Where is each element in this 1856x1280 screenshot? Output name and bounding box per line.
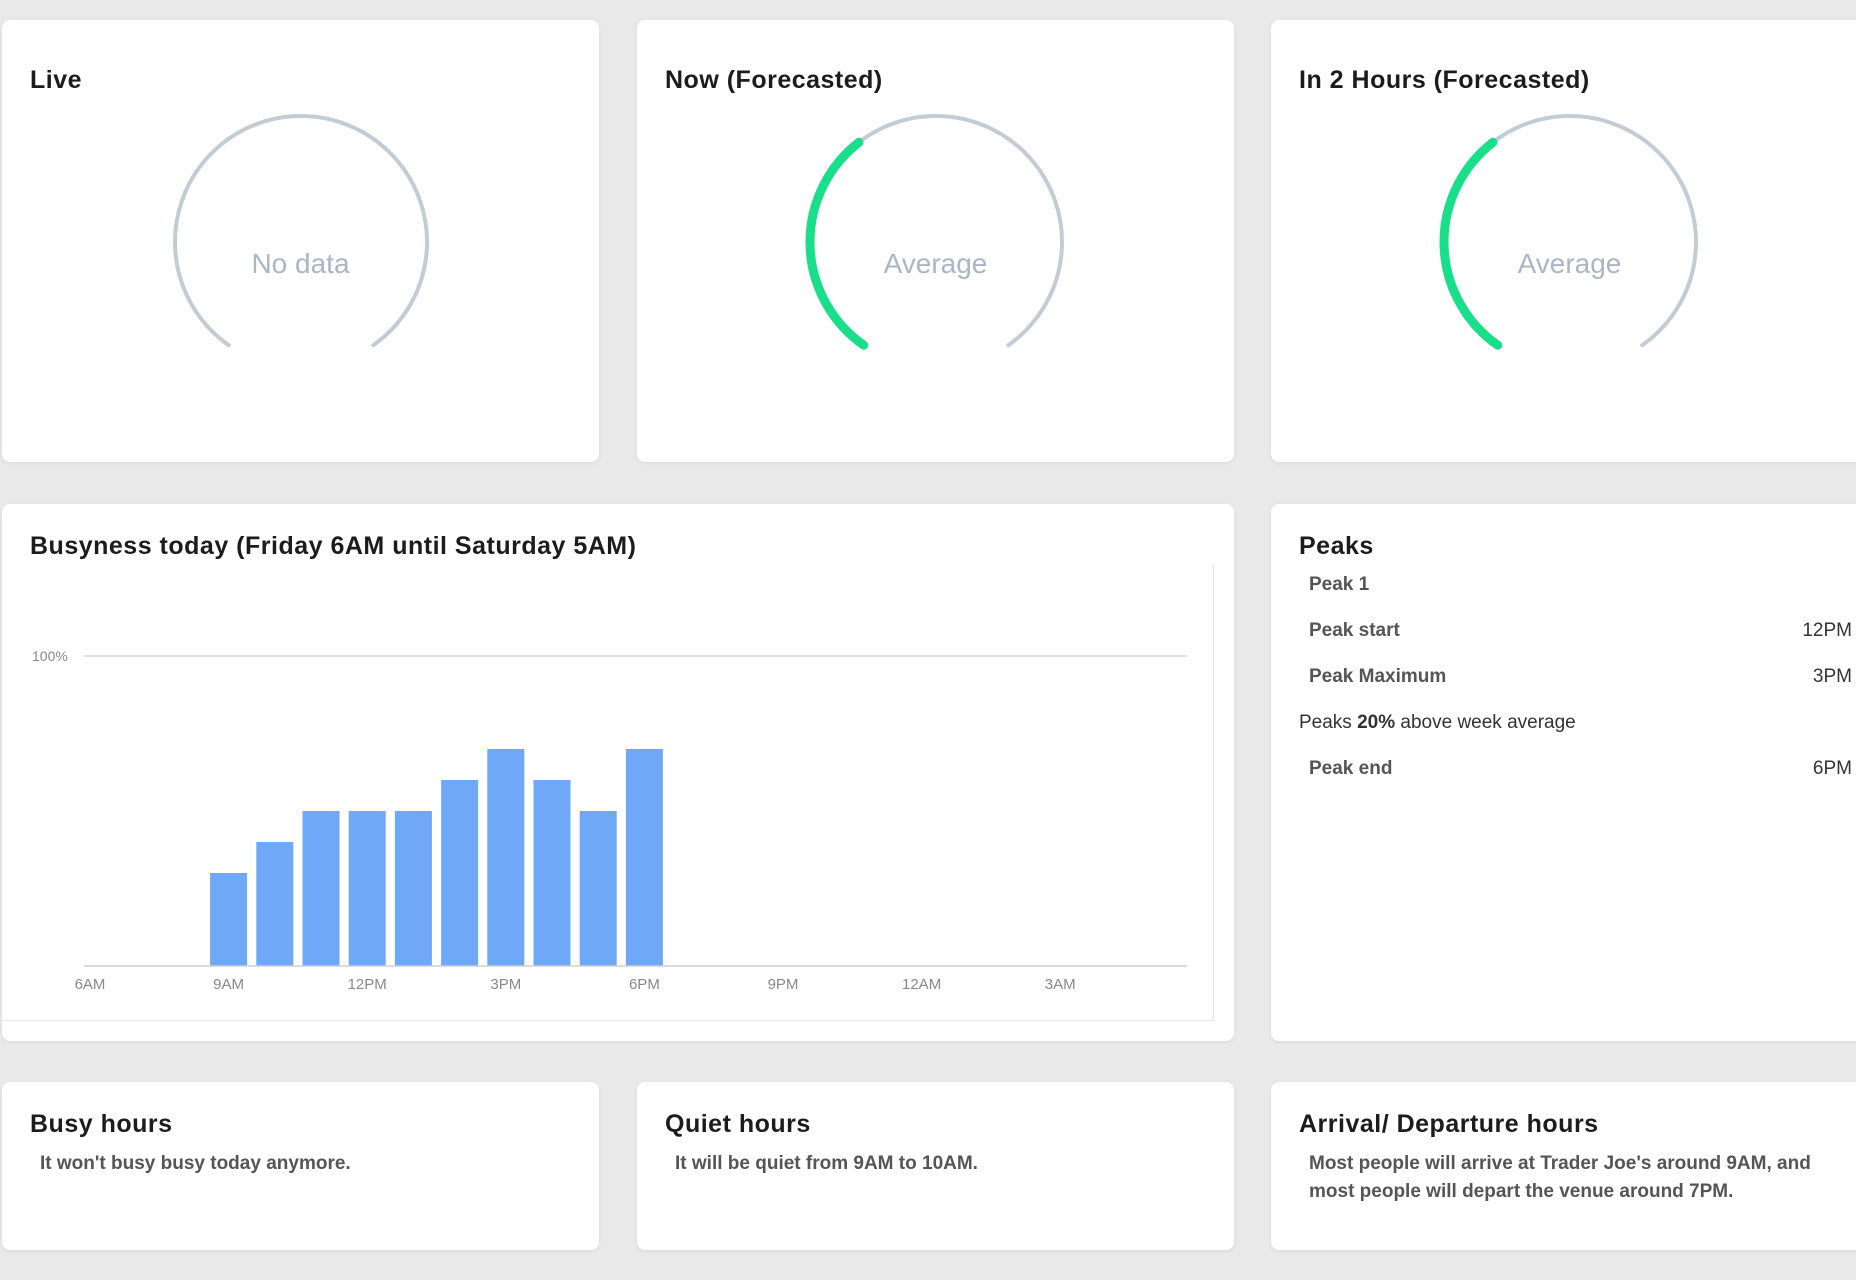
quiet-hours-title: Quiet hours [665, 1110, 811, 1138]
x-tick-6PM: 6PM [629, 976, 660, 993]
busyness-chart: 100% 6AM 9AM 12PM 3PM 6PM 9PM 12AM 3AM [32, 648, 1187, 993]
peak-start-value: 12PM [1802, 620, 1852, 641]
now-gauge-label: Average [883, 248, 988, 279]
busy-hours-card: Busy hours It won't busy busy today anym… [2, 1082, 599, 1250]
peak-summary: Peaks 20% above week average [1299, 712, 1852, 734]
peak-max-row: Peak Maximum 3PM [1309, 666, 1852, 688]
bar-2PM [441, 780, 479, 966]
in2h-gauge-label: Average [1517, 248, 1622, 279]
peak-summary-prefix: Peaks [1299, 712, 1358, 733]
x-tick-12AM: 12AM [902, 976, 941, 993]
busy-hours-text: It won't busy busy today anymore. [40, 1153, 351, 1174]
now-card: Now (Forecasted) Average [637, 20, 1234, 462]
now-gauge [805, 114, 1064, 350]
x-tick-3PM: 3PM [490, 976, 521, 993]
busy-hours-title: Busy hours [30, 1110, 173, 1138]
peak-start-label: Peak start [1309, 620, 1400, 641]
peak-name-label: Peak 1 [1309, 574, 1370, 595]
peak-end-label: Peak end [1309, 758, 1393, 779]
peak-name: Peak 1 [1309, 574, 1852, 596]
y-tick-label: 100% [32, 648, 68, 664]
peak-max-value: 3PM [1812, 666, 1852, 687]
live-gauge-label: No data [251, 248, 350, 279]
peaks-card: Peaks Peak 1 Peak start 12PM Peak Maximu… [1271, 504, 1856, 1041]
peak-end-value: 6PM [1812, 758, 1852, 779]
peak-summary-suffix: above week average [1395, 712, 1576, 733]
arrival-card: Arrival/ Departure hours Most people wil… [1271, 1082, 1856, 1250]
quiet-hours-card: Quiet hours It will be quiet from 9AM to… [637, 1082, 1234, 1250]
peak-start-row: Peak start 12PM [1309, 620, 1852, 642]
gauge-track [173, 114, 429, 348]
arrival-title: Arrival/ Departure hours [1299, 1110, 1599, 1138]
busyness-card: Busyness today (Friday 6AM until Saturda… [2, 504, 1234, 1041]
peak-end-row: Peak end 6PM [1309, 758, 1852, 780]
bar-4PM [533, 780, 571, 966]
bar-3PM [487, 749, 525, 966]
bar-5PM [579, 811, 617, 966]
peaks-title: Peaks [1299, 532, 1374, 560]
x-tick-6AM: 6AM [75, 976, 106, 993]
x-tick-9AM: 9AM [213, 976, 244, 993]
in2h-gauge [1439, 114, 1698, 350]
bar-1PM [394, 811, 432, 966]
live-gauge [173, 114, 429, 348]
in2h-card: In 2 Hours (Forecasted) Average [1271, 20, 1856, 462]
peak-max-label: Peak Maximum [1309, 666, 1447, 687]
bar-12PM [348, 811, 386, 966]
quiet-hours-text: It will be quiet from 9AM to 10AM. [675, 1153, 978, 1174]
bar-11AM [302, 811, 340, 966]
live-card: Live No data [2, 20, 599, 462]
x-tick-3AM: 3AM [1045, 976, 1076, 993]
peak-summary-percent: 20% [1357, 712, 1396, 733]
bar-6PM [625, 749, 663, 966]
bar-10AM [256, 842, 294, 966]
x-tick-12PM: 12PM [348, 976, 387, 993]
arrival-text: Most people will arrive at Trader Joe's … [1309, 1153, 1811, 1202]
bar-9AM [210, 873, 248, 966]
gauge-fill [805, 137, 869, 350]
x-tick-9PM: 9PM [768, 976, 799, 993]
gauge-fill [1439, 137, 1503, 350]
